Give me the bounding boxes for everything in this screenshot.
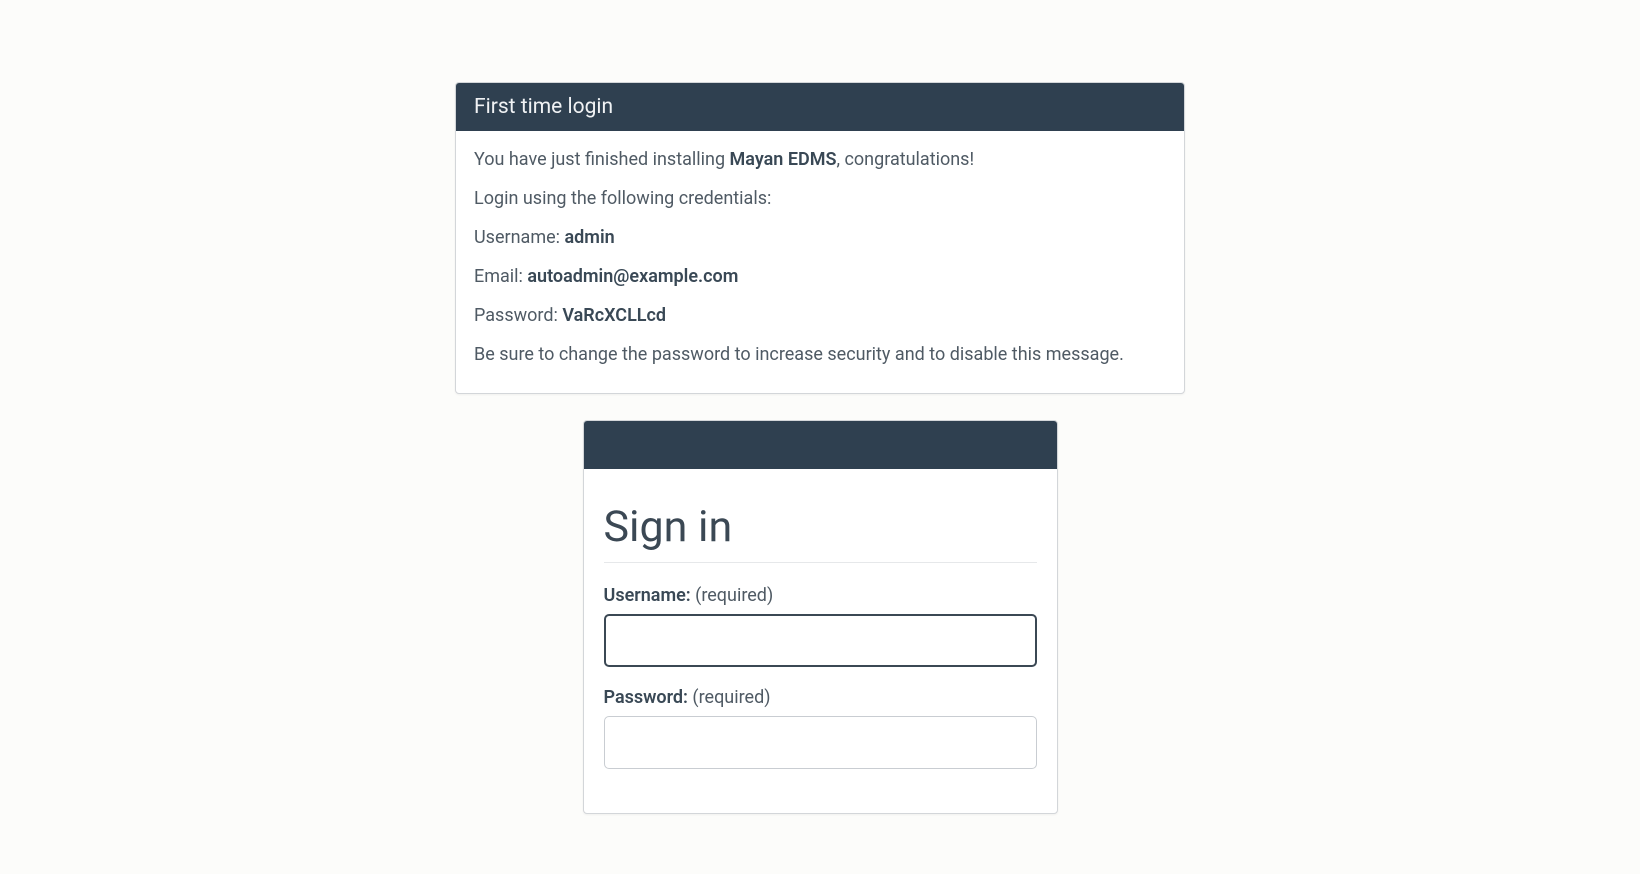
password-field-label: Password: (required) (604, 687, 1037, 708)
login-instructions-line: Login using the following credentials: (474, 185, 1166, 212)
password-value-text: VaRcXCLLcd (562, 305, 666, 326)
change-password-notice: Be sure to change the password to increa… (474, 341, 1166, 368)
credentials-password-line: Password: VaRcXCLLcd (474, 302, 1166, 329)
password-label-required: (required) (688, 687, 771, 708)
signin-panel-body: Sign in Username: (required) Password: (… (584, 469, 1057, 813)
password-input[interactable] (604, 716, 1037, 769)
signin-panel: Sign in Username: (required) Password: (… (583, 420, 1058, 814)
email-label-text: Email: (474, 266, 527, 287)
username-label-bold: Username: (604, 585, 691, 606)
first-time-login-panel: First time login You have just finished … (455, 82, 1185, 394)
username-label-text: Username: (474, 227, 565, 248)
first-time-login-header: First time login (456, 83, 1184, 131)
email-value-text: autoadmin@example.com (527, 266, 738, 287)
signin-panel-header (584, 421, 1057, 469)
credentials-email-line: Email: autoadmin@example.com (474, 263, 1166, 290)
password-form-group: Password: (required) (604, 687, 1037, 769)
username-input[interactable] (604, 614, 1037, 667)
signin-title: Sign in (604, 502, 1037, 563)
credentials-username-line: Username: admin (474, 224, 1166, 251)
product-name: Mayan EDMS (730, 149, 837, 170)
install-prefix: You have just finished installing (474, 149, 730, 170)
username-label-required: (required) (691, 585, 774, 606)
page-container: First time login You have just finished … (73, 0, 1567, 864)
password-label-bold: Password: (604, 687, 688, 708)
first-time-login-body: You have just finished installing Mayan … (456, 131, 1184, 393)
password-label-text: Password: (474, 305, 562, 326)
username-field-label: Username: (required) (604, 585, 1037, 606)
username-form-group: Username: (required) (604, 585, 1037, 667)
install-suffix: , congratulations! (836, 149, 974, 170)
install-congrats-line: You have just finished installing Mayan … (474, 146, 1166, 173)
username-value-text: admin (565, 227, 615, 248)
